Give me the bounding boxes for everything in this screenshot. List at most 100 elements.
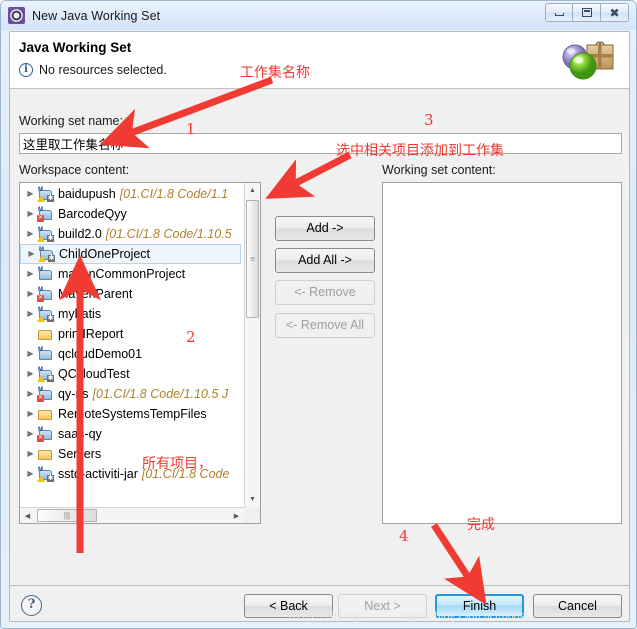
tree-row[interactable]: ▶ M ✱ sstd-activiti-jar [01.CI/1.8 Code <box>20 464 243 484</box>
expand-arrow-icon[interactable]: ▶ <box>24 230 37 238</box>
hscroll-thumb-grip: ||| <box>63 510 71 520</box>
maximize-button[interactable] <box>573 3 601 22</box>
tree-item-label: saas-qy <box>58 427 102 441</box>
expand-arrow-icon[interactable]: ▶ <box>24 450 37 458</box>
tree-row[interactable]: printIReport <box>20 324 243 344</box>
expand-arrow-icon[interactable]: ▶ <box>24 410 37 418</box>
expand-arrow-icon[interactable]: ▶ <box>24 290 37 298</box>
tree-item-suffix: [01.CI/1.8 Code/1.1 <box>119 187 229 201</box>
tree-item-label: build2.0 <box>58 227 102 241</box>
expand-arrow-icon[interactable]: ▶ <box>24 430 37 438</box>
dialog-window: New Java Working Set ✖ Java Working Set … <box>0 0 637 629</box>
tree-item-label: BarcodeQyy <box>58 207 127 221</box>
expand-arrow-icon[interactable]: ▶ <box>24 370 37 378</box>
scrollbar-corner <box>244 507 260 523</box>
tree-row[interactable]: ▶ Servers <box>20 444 243 464</box>
tree-row[interactable]: ▶ M ✱ QCcloudTest <box>20 364 243 384</box>
expand-arrow-icon[interactable]: ▶ <box>24 470 37 478</box>
minimize-button[interactable] <box>545 3 573 22</box>
tree-item-label: MavenParent <box>58 287 133 301</box>
working-set-name-input[interactable] <box>19 133 622 154</box>
maven-project-error-icon: M ✕ <box>37 427 54 442</box>
tree-item-label: mavenCommonProject <box>58 267 186 281</box>
tree-item-label: RemoteSystemsTempFiles <box>58 407 207 421</box>
scroll-down-arrow[interactable]: ▼ <box>245 492 260 507</box>
workspace-content-tree[interactable]: ▶ M ✱ baidupush [01.CI/1.8 Code/1.1 ▶ M ✕ Barcod… <box>19 182 261 524</box>
tree-row[interactable]: ▶ M ✕ saas-qy <box>20 424 243 444</box>
add-all-button[interactable]: Add All -> <box>275 248 375 273</box>
banner-message-row: i No resources selected. <box>19 63 167 77</box>
expand-arrow-icon[interactable]: ▶ <box>24 190 37 198</box>
eclipse-gear-icon <box>8 7 25 24</box>
page-title: Java Working Set <box>19 40 132 55</box>
window-title: New Java Working Set <box>32 8 161 23</box>
window-controls: ✖ <box>545 3 629 22</box>
maven-project-warning-icon: M ✱ <box>37 366 54 382</box>
maven-project-warning-icon: M ✱ <box>37 306 54 322</box>
scroll-thumb-grip: ≡ <box>250 254 255 264</box>
maven-project-error-icon: M ✕ <box>37 287 54 302</box>
info-icon: i <box>19 63 33 77</box>
finish-button[interactable]: Finish <box>435 594 524 618</box>
tree-row[interactable]: ▶ M ✕ MavenParent <box>20 284 243 304</box>
expand-arrow-icon[interactable]: ▶ <box>24 310 37 318</box>
banner-message: No resources selected. <box>39 63 167 77</box>
title-bar: New Java Working Set ✖ <box>1 1 636 30</box>
tree-item-label: QCcloudTest <box>58 367 130 381</box>
dialog-body: Java Working Set i No resources selected… <box>9 31 630 622</box>
tree-item-label: Servers <box>58 447 102 461</box>
tree-item-label: sstd-activiti-jar <box>58 467 138 481</box>
tree-row[interactable]: ▶ MqcloudDemo01 <box>20 344 243 364</box>
tree-row[interactable]: ▶ M ✱ build2.0 [01.CI/1.8 Code/1.10.5 <box>20 224 243 244</box>
tree-item-list[interactable]: ▶ M ✱ baidupush [01.CI/1.8 Code/1.1 ▶ M ✕ Barcod… <box>20 184 243 506</box>
tree-row[interactable]: ▶ MmavenCommonProject <box>20 264 243 284</box>
expand-arrow-icon[interactable]: ▶ <box>24 350 37 358</box>
working-set-content-list[interactable] <box>382 182 622 524</box>
working-set-content-label: Working set content: <box>382 163 496 177</box>
close-button[interactable]: ✖ <box>601 3 629 22</box>
scroll-right-arrow[interactable]: ▶ <box>229 508 244 523</box>
tree-item-label: qcloudDemo01 <box>58 347 143 361</box>
tree-row[interactable]: ▶ M ✕ BarcodeQyy <box>20 204 243 224</box>
maven-project-warning-icon: M ✱ <box>37 466 54 482</box>
expand-arrow-icon[interactable]: ▶ <box>24 390 37 398</box>
expand-arrow-icon[interactable]: ▶ <box>24 210 37 218</box>
maven-project-icon: M <box>37 267 54 282</box>
vertical-scroll-thumb[interactable]: ≡ <box>246 200 259 318</box>
tree-vertical-scrollbar[interactable]: ▲ ≡ ▼ <box>244 183 260 507</box>
back-button[interactable]: < Back <box>244 594 333 618</box>
tree-row[interactable]: ▶ M ✱ mybatis <box>20 304 243 324</box>
help-icon[interactable]: ? <box>21 595 42 616</box>
close-icon: ✖ <box>609 5 620 20</box>
minimize-icon <box>554 13 564 16</box>
tree-row[interactable]: ▶ M ✕ qy-ris [01.CI/1.8 Code/1.10.5 J <box>20 384 243 404</box>
expand-arrow-icon[interactable]: ▶ <box>25 250 38 258</box>
wizard-banner: Java Working Set i No resources selected… <box>10 32 629 89</box>
cancel-button[interactable]: Cancel <box>533 594 622 618</box>
maximize-icon <box>581 8 592 17</box>
tree-row[interactable]: ▶ M ✱ baidupush [01.CI/1.8 Code/1.1 <box>20 184 243 204</box>
tree-horizontal-scrollbar[interactable]: ◀ ||| ▶ <box>20 507 244 523</box>
folder-icon <box>37 327 54 342</box>
folder-icon <box>37 407 54 422</box>
tree-item-label: printIReport <box>58 327 124 341</box>
maven-project-error-icon: M ✕ <box>37 387 54 402</box>
maven-project-warning-icon: M ✱ <box>37 226 54 242</box>
workspace-content-label: Workspace content: <box>19 163 130 177</box>
expand-arrow-icon[interactable]: ▶ <box>24 270 37 278</box>
add-button[interactable]: Add -> <box>275 216 375 241</box>
next-button: Next > <box>338 594 427 618</box>
working-set-name-label: Working set name: <box>19 114 123 128</box>
tree-item-label: baidupush <box>58 187 116 201</box>
scroll-left-arrow[interactable]: ◀ <box>20 508 35 523</box>
remove-all-button: <- Remove All <box>275 313 375 338</box>
maven-project-warning-icon: M ✱ <box>38 246 55 262</box>
remove-button: <- Remove <box>275 280 375 305</box>
scroll-up-arrow[interactable]: ▲ <box>245 183 260 198</box>
folder-icon <box>37 447 54 462</box>
tree-row[interactable]: ▶ RemoteSystemsTempFiles <box>20 404 243 424</box>
tree-item-suffix: [01.CI/1.8 Code <box>141 467 230 481</box>
tree-row[interactable]: ▶ M ✱ ChildOneProject <box>20 244 241 264</box>
horizontal-scroll-thumb[interactable]: ||| <box>37 509 97 522</box>
maven-project-error-icon: M ✕ <box>37 207 54 222</box>
